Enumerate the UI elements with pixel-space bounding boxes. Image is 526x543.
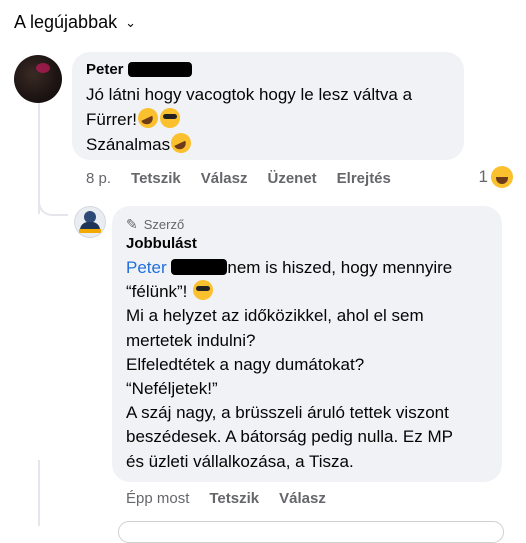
- pencil-icon: ✎: [126, 216, 138, 232]
- author-badge: ✎ Szerző: [126, 216, 185, 232]
- reply-button[interactable]: Válasz: [279, 490, 326, 507]
- hide-button[interactable]: Elrejtés: [337, 170, 391, 187]
- comment-actions: 8 p. Tetszik Válasz Üzenet Elrejtés: [86, 170, 391, 187]
- reply-button[interactable]: Válasz: [201, 170, 248, 187]
- rofl-emoji-icon: [138, 108, 158, 128]
- sort-dropdown[interactable]: A legújabbak ⌄: [14, 12, 136, 33]
- reply-input[interactable]: [118, 521, 504, 543]
- like-button[interactable]: Tetszik: [209, 490, 259, 507]
- thread-connector: [38, 186, 68, 216]
- comment-text: Jó látni hogy vacogtok hogy le lesz vált…: [86, 85, 413, 154]
- sort-label: A legújabbak: [14, 12, 118, 32]
- reply-text: Peter nem is hiszed, hogy mennyire “félü…: [126, 258, 453, 471]
- thread-line-bottom: [38, 460, 40, 526]
- timestamp[interactable]: Épp most: [126, 490, 189, 507]
- message-button[interactable]: Üzenet: [267, 170, 316, 187]
- redacted-surname: [127, 62, 192, 77]
- page-avatar[interactable]: [74, 206, 106, 238]
- rofl-emoji-icon: [171, 133, 192, 153]
- reply-author[interactable]: Jobbulást: [126, 235, 197, 252]
- mention-link[interactable]: Peter: [126, 258, 228, 277]
- laughing-emoji-icon: [491, 166, 513, 188]
- chevron-down-icon: ⌄: [125, 14, 136, 30]
- comment-author[interactable]: Peter: [86, 61, 192, 78]
- avatar[interactable]: [14, 55, 62, 103]
- sunglasses-emoji-icon: [193, 280, 214, 301]
- reaction-summary[interactable]: 1: [479, 166, 514, 188]
- reply-actions: Épp most Tetszik Válasz: [126, 490, 326, 507]
- reaction-count: 1: [478, 167, 488, 186]
- sunglasses-emoji-icon: [160, 108, 180, 128]
- timestamp[interactable]: 8 p.: [86, 170, 111, 187]
- like-button[interactable]: Tetszik: [131, 170, 181, 187]
